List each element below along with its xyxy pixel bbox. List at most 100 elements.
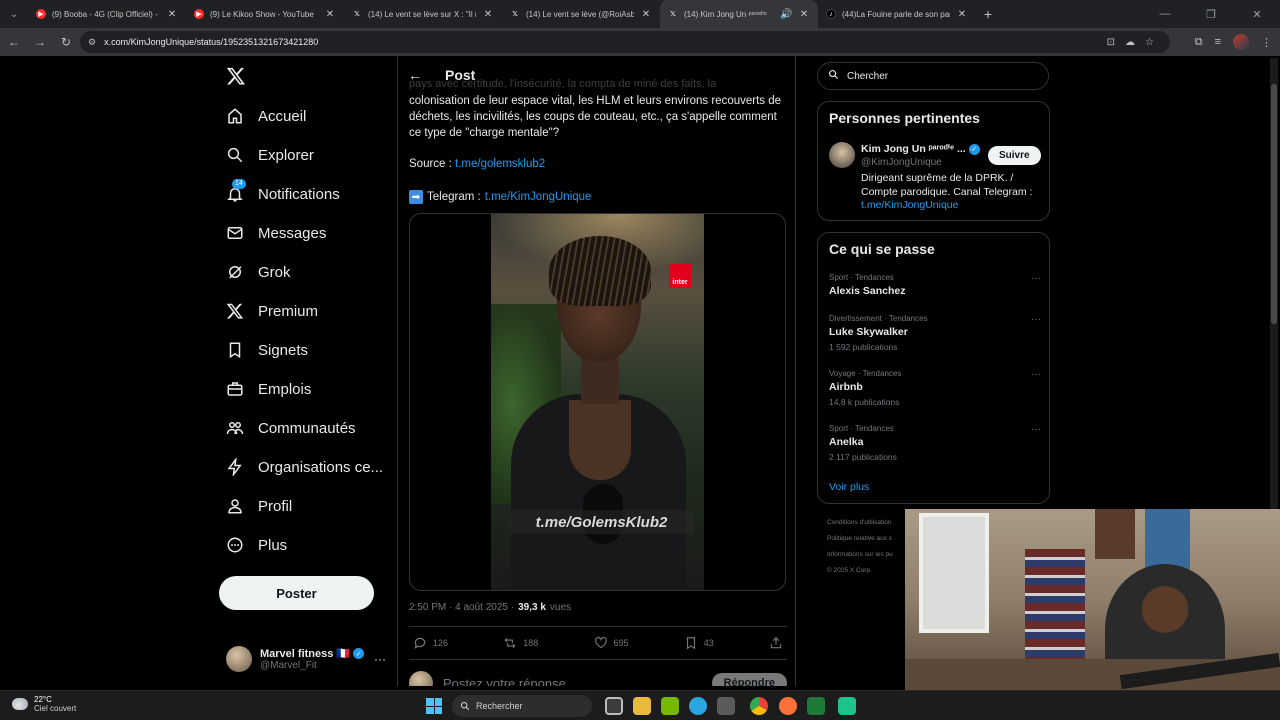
nvidia-icon[interactable] [661, 697, 679, 715]
store-icon[interactable] [717, 697, 735, 715]
nav-bookmarks[interactable]: Signets [226, 338, 308, 362]
close-icon[interactable]: ✕ [640, 9, 652, 20]
chrome-icon[interactable] [750, 697, 768, 715]
search-icon [828, 69, 839, 83]
browser-tab[interactable]: ▶ (9) Le Kikoo Show - YouTube ✕ [186, 0, 344, 28]
bell-icon: 14 [226, 179, 246, 203]
trend-item[interactable]: Sport · Tendances Alexis Sanchez ··· [829, 273, 1041, 297]
nav-messages[interactable]: Messages [226, 221, 326, 245]
reply-composer: Postez votre réponse Répondre [409, 668, 787, 686]
reply-button[interactable]: Répondre [711, 673, 787, 686]
taskbar-search[interactable]: Rechercher [452, 695, 592, 717]
close-icon[interactable]: ✕ [482, 9, 494, 20]
browser-tab[interactable]: ▶ (9) Booba - 4G (Clip Officiel) - Y ✕ [28, 0, 186, 28]
see-more-link[interactable]: Voir plus [829, 481, 869, 493]
weather-widget[interactable]: 22°C Ciel couvert [12, 695, 76, 713]
file-explorer-icon[interactable] [633, 697, 651, 715]
follow-button[interactable]: Suivre [988, 146, 1041, 165]
post-video[interactable]: inter t.me/GolemsKlub2 [409, 213, 786, 591]
search-input[interactable]: Chercher [817, 62, 1049, 90]
firefox-icon[interactable] [779, 697, 797, 715]
trend-item[interactable]: Divertissement · Tendances Luke Skywalke… [829, 314, 1041, 352]
nav-profile[interactable]: Profil [226, 494, 292, 518]
avatar[interactable] [829, 142, 855, 168]
repost-icon [504, 637, 516, 649]
close-window-icon[interactable]: ✕ [1234, 0, 1280, 28]
windows-start-icon[interactable] [426, 698, 442, 714]
bio-link[interactable]: t.me/KimJongUnique [861, 199, 958, 211]
edge-icon[interactable] [689, 697, 707, 715]
nav-jobs[interactable]: Emplois [226, 377, 311, 401]
cast-icon[interactable]: ☁ [1125, 37, 1135, 48]
trend-item[interactable]: Sport · Tendances Anelka 2 117 publicati… [829, 424, 1041, 462]
nav-grok[interactable]: Grok [226, 260, 291, 284]
nav-organizations[interactable]: Organisations ce... [226, 455, 383, 479]
reply-input[interactable]: Postez votre réponse [443, 676, 566, 687]
reload-icon[interactable]: ↻ [54, 30, 78, 54]
close-icon[interactable]: ✕ [324, 9, 336, 20]
browser-tab[interactable]: 𝕏 (14) Le vent se lève (@RoiAsbe ✕ [502, 0, 660, 28]
profile-avatar[interactable] [1233, 34, 1249, 50]
forward-icon[interactable]: → [28, 30, 52, 54]
minimize-icon[interactable]: — [1142, 0, 1188, 28]
close-icon[interactable]: ✕ [166, 9, 178, 20]
more-icon[interactable]: ··· [374, 652, 386, 666]
reading-list-icon[interactable]: ≡ [1215, 36, 1221, 48]
telegram-link[interactable]: t.me/KimJongUnique [485, 191, 592, 203]
source-link[interactable]: t.me/golemsklub2 [455, 158, 545, 170]
app-icon[interactable] [807, 697, 825, 715]
site-info-icon[interactable]: ⚙ [88, 37, 96, 48]
more-icon[interactable]: ··· [1031, 424, 1041, 435]
webcam-shelf [1025, 549, 1085, 669]
address-bar[interactable]: ⚙ x.com/KimJongUnique/status/19523513216… [80, 31, 1170, 53]
reply-action[interactable]: 126 [413, 636, 448, 650]
close-icon[interactable]: ✕ [798, 9, 810, 20]
tab-search-icon[interactable]: ⌄ [0, 0, 28, 28]
app-icon[interactable] [838, 697, 856, 715]
post-timestamp[interactable]: 2:50 PM · 4 août 2025 · [409, 602, 514, 613]
nav-premium[interactable]: Premium [226, 299, 318, 323]
more-icon[interactable]: ··· [1031, 273, 1041, 284]
footer-link[interactable]: Conditions d'utilisation [827, 515, 893, 531]
footer-link[interactable]: Politique relative aux c [827, 531, 893, 547]
trend-name: Airbnb [829, 381, 863, 393]
trend-name: Anelka [829, 436, 864, 448]
x-logo-icon[interactable] [226, 66, 248, 88]
install-icon[interactable]: ⊡ [1107, 37, 1115, 48]
task-view-icon[interactable] [605, 697, 623, 715]
scrollbar-thumb[interactable] [1271, 84, 1277, 324]
speaker-icon[interactable]: 🔊 [780, 9, 792, 20]
back-icon[interactable]: ← [2, 30, 26, 54]
nav-notifications[interactable]: 14 Notifications [226, 179, 340, 206]
x-icon: 𝕏 [670, 11, 676, 18]
more-icon[interactable]: ··· [1031, 314, 1041, 325]
x-icon: 𝕏 [512, 11, 518, 18]
extensions-icon[interactable]: ⧉ [1195, 36, 1203, 49]
browser-tab[interactable]: 𝕏 (14) Le vent se lève sur X : "Il m ✕ [344, 0, 502, 28]
star-icon[interactable]: ☆ [1145, 37, 1154, 48]
browser-tab[interactable]: ♪ (44)La Fouine parle de son parc ✕ [818, 0, 976, 28]
bio-text: Dirigeant suprême de la DPRK. / Compte p… [861, 172, 1033, 198]
menu-icon[interactable]: ⋮ [1261, 36, 1272, 49]
nav-communities[interactable]: Communautés [226, 416, 356, 440]
bookmark-action[interactable]: 43 [684, 636, 714, 650]
nav-more[interactable]: Plus [226, 533, 287, 557]
people-icon [226, 419, 244, 437]
account-switcher[interactable]: Marvel fitness 🇫🇷 ✓ @Marvel_Fit ··· [226, 644, 386, 674]
nav-home[interactable]: Accueil [226, 104, 306, 128]
share-action[interactable] [769, 636, 783, 650]
trend-item[interactable]: Voyage · Tendances Airbnb 14,8 k publica… [829, 369, 1041, 407]
footer-link[interactable]: Informations sur les pu [827, 547, 893, 563]
nav-explore[interactable]: Explorer [226, 143, 314, 167]
browser-tab-active[interactable]: 𝕏 (14) Kim Jong Un ᵖᵃʳᵒᵈⁱᵉ 🔊 ✕ [660, 0, 818, 28]
maximize-icon[interactable]: ❐ [1188, 0, 1234, 28]
webcam-poster [1095, 509, 1135, 559]
new-tab-button[interactable]: + [976, 6, 1000, 22]
close-icon[interactable]: ✕ [956, 9, 968, 20]
person-name[interactable]: Kim Jong Un ᵖᵃʳᵒᵈⁱᵉ ... ✓ [861, 143, 981, 155]
post-button[interactable]: Poster [219, 576, 374, 610]
repost-action[interactable]: 188 [503, 636, 538, 650]
video-frame[interactable]: inter t.me/GolemsKlub2 [491, 214, 704, 590]
like-action[interactable]: 695 [594, 636, 629, 650]
more-icon[interactable]: ··· [1031, 369, 1041, 380]
